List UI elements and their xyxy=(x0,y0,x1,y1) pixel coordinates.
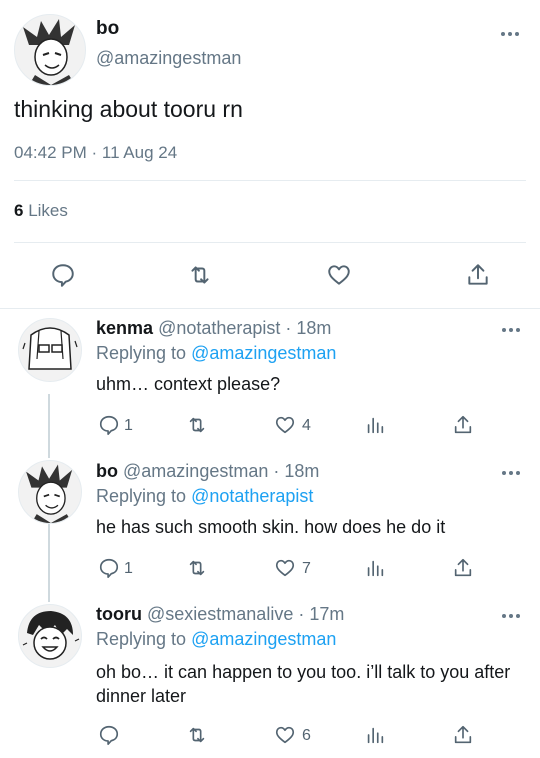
bar-chart-icon[interactable] xyxy=(364,414,386,436)
more-options-icon[interactable] xyxy=(500,30,520,38)
replying-to-label: Replying to xyxy=(96,343,187,363)
replying-to-label: Replying to xyxy=(96,629,187,649)
reply-text: he has such smooth skin. how does he do … xyxy=(96,517,446,537)
likes-stat[interactable]: 6 Likes xyxy=(14,201,68,221)
bar-chart-icon[interactable] xyxy=(364,724,386,746)
author-avatar[interactable] xyxy=(14,14,86,86)
more-options-icon[interactable] xyxy=(501,469,521,477)
speech-bubble-icon[interactable] xyxy=(98,414,120,436)
upload-arrow-icon[interactable] xyxy=(465,262,491,288)
replying-to: Replying to @amazingestman xyxy=(96,343,336,364)
reply-author-name[interactable]: tooru xyxy=(96,604,142,624)
author-handle[interactable]: @amazingestman xyxy=(96,48,241,69)
retweet-arrows-icon[interactable] xyxy=(186,724,208,746)
reply-text: uhm… context please? xyxy=(96,374,281,394)
upload-arrow-icon[interactable] xyxy=(452,724,474,746)
speech-bubble-icon[interactable] xyxy=(98,724,120,746)
likes-count: 6 xyxy=(14,201,24,220)
like-count: 7 xyxy=(302,560,311,577)
reply-header: kenma @notatherapist · 18m xyxy=(96,318,331,339)
reply-header: bo @amazingestman · 18m xyxy=(96,461,319,482)
tweet-text: thinking about tooru rn xyxy=(14,96,243,122)
reply-author-name[interactable]: kenma xyxy=(96,318,153,338)
replying-to-link[interactable]: @amazingestman xyxy=(191,343,336,363)
speech-bubble-icon[interactable] xyxy=(98,557,120,579)
reply-avatar[interactable] xyxy=(18,318,82,382)
speech-bubble-icon[interactable] xyxy=(50,262,76,288)
upload-arrow-icon[interactable] xyxy=(452,414,474,436)
replying-to-label: Replying to xyxy=(96,486,187,506)
more-options-icon[interactable] xyxy=(501,612,521,620)
upload-arrow-icon[interactable] xyxy=(452,557,474,579)
reply-count: 1 xyxy=(124,560,133,577)
heart-icon[interactable] xyxy=(274,724,296,746)
thread-line xyxy=(48,516,50,602)
author-name[interactable]: bo xyxy=(96,18,119,40)
likes-label: Likes xyxy=(28,201,68,220)
retweet-arrows-icon[interactable] xyxy=(186,414,208,436)
divider xyxy=(14,180,526,181)
bar-chart-icon[interactable] xyxy=(364,557,386,579)
reply-author-name[interactable]: bo xyxy=(96,461,118,481)
reply-header: tooru @sexiestmanalive · 17m xyxy=(96,604,344,625)
retweet-arrows-icon[interactable] xyxy=(186,557,208,579)
heart-icon[interactable] xyxy=(274,414,296,436)
retweet-arrows-icon[interactable] xyxy=(187,262,213,288)
like-count: 4 xyxy=(302,417,311,434)
like-count: 6 xyxy=(302,727,311,744)
tweet-timestamp[interactable]: 04:42 PM · 11 Aug 24 xyxy=(14,143,177,163)
replying-to-link[interactable]: @amazingestman xyxy=(191,629,336,649)
reply-avatar[interactable] xyxy=(18,604,82,668)
heart-icon[interactable] xyxy=(326,262,352,288)
replying-to: Replying to @amazingestman xyxy=(96,629,336,650)
reply-author-handle[interactable]: @amazingestman · 18m xyxy=(123,461,319,481)
divider xyxy=(14,242,526,243)
reply-avatar[interactable] xyxy=(18,460,82,524)
thread-line xyxy=(48,394,50,458)
reply-count: 1 xyxy=(124,417,133,434)
replying-to: Replying to @notatherapist xyxy=(96,486,313,507)
replying-to-link[interactable]: @notatherapist xyxy=(191,486,313,506)
reply-author-handle[interactable]: @sexiestmanalive · 17m xyxy=(147,604,344,624)
more-options-icon[interactable] xyxy=(501,326,521,334)
reply-text: oh bo… it can happen to you too. i’ll ta… xyxy=(96,662,511,706)
divider xyxy=(0,308,540,309)
reply-author-handle[interactable]: @notatherapist · 18m xyxy=(158,318,331,338)
heart-icon[interactable] xyxy=(274,557,296,579)
